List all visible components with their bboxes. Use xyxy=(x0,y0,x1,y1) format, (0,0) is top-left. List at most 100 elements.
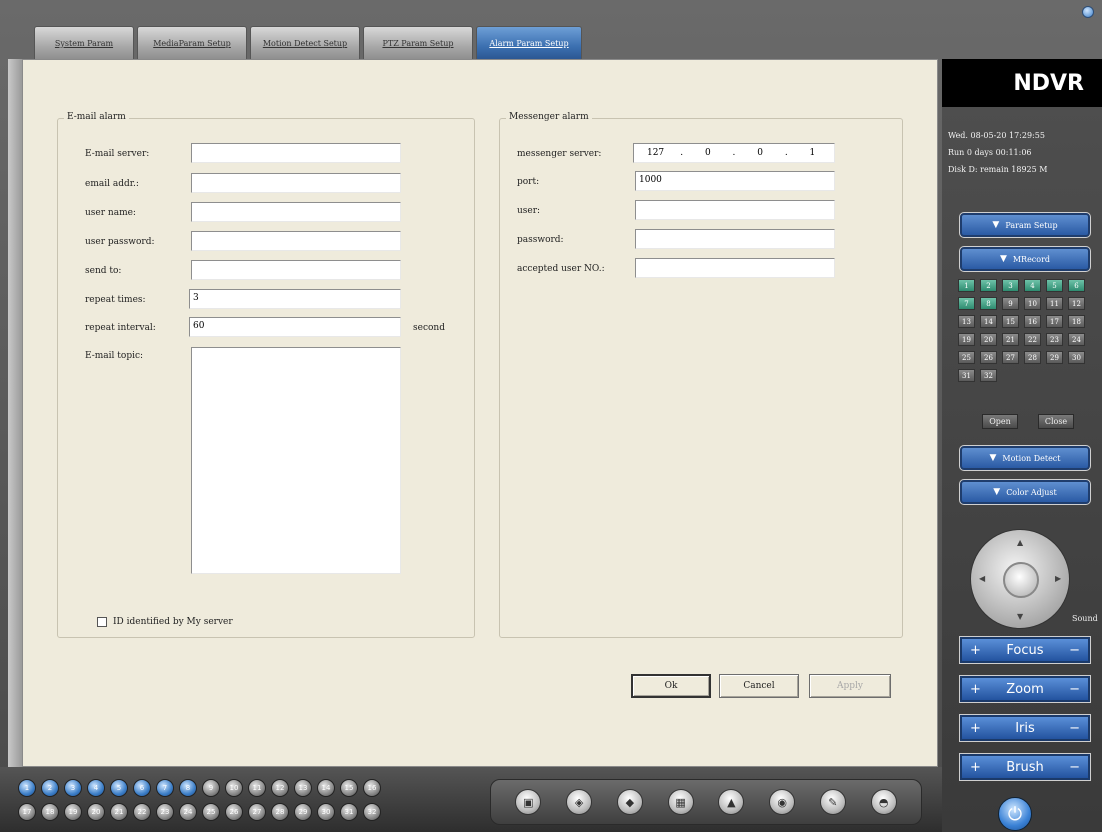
zoom-control[interactable]: + Zoom − xyxy=(959,675,1091,703)
channel-button[interactable]: 2 xyxy=(41,779,59,797)
tab-motion-detect-setup[interactable]: Motion Detect Setup xyxy=(250,26,360,59)
record-button[interactable]: ▼ MRecord xyxy=(959,246,1091,272)
open-button[interactable]: Open xyxy=(982,414,1018,429)
user-password-input[interactable] xyxy=(191,231,401,251)
channel-cell[interactable]: 18 xyxy=(1068,315,1085,328)
id-identified-checkbox[interactable] xyxy=(97,617,107,627)
repeat-interval-input[interactable]: 60 xyxy=(189,317,401,337)
channel-cell[interactable]: 15 xyxy=(1002,315,1019,328)
cancel-button[interactable]: Cancel xyxy=(719,674,799,698)
close-button[interactable]: Close xyxy=(1038,414,1074,429)
channel-cell[interactable]: 19 xyxy=(958,333,975,346)
channel-button[interactable]: 24 xyxy=(179,803,197,821)
channel-button[interactable]: 3 xyxy=(64,779,82,797)
channel-button[interactable]: 16 xyxy=(363,779,381,797)
repeat-times-input[interactable]: 3 xyxy=(189,289,401,309)
color-adjust-button[interactable]: ▼ Color Adjust xyxy=(959,479,1091,505)
six-screen-icon[interactable]: ◆ xyxy=(616,789,643,815)
quad-screen-icon[interactable]: ◈ xyxy=(566,789,593,815)
channel-cell[interactable]: 6 xyxy=(1068,279,1085,292)
tab-ptz-param-setup[interactable]: PTZ Param Setup xyxy=(363,26,473,59)
sixteen-screen-icon[interactable]: ▲ xyxy=(718,789,745,815)
minus-icon[interactable]: − xyxy=(1069,682,1080,697)
user-name-input[interactable] xyxy=(191,202,401,222)
motion-detect-button[interactable]: ▼ Motion Detect xyxy=(959,445,1091,471)
channel-button[interactable]: 29 xyxy=(294,803,312,821)
channel-cell[interactable]: 3 xyxy=(1002,279,1019,292)
channel-cell[interactable]: 16 xyxy=(1024,315,1041,328)
messenger-server-ip-input[interactable]: 127 . 0 . 0 . 1 xyxy=(633,143,835,163)
channel-cell[interactable]: 29 xyxy=(1046,351,1063,364)
channel-cell[interactable]: 9 xyxy=(1002,297,1019,310)
channel-button[interactable]: 30 xyxy=(317,803,335,821)
channel-cell[interactable]: 27 xyxy=(1002,351,1019,364)
channel-cell[interactable]: 24 xyxy=(1068,333,1085,346)
port-input[interactable]: 1000 xyxy=(635,171,835,191)
channel-button[interactable]: 8 xyxy=(179,779,197,797)
channel-cell[interactable]: 21 xyxy=(1002,333,1019,346)
channel-button[interactable]: 25 xyxy=(202,803,220,821)
channel-cell[interactable]: 22 xyxy=(1024,333,1041,346)
send-to-input[interactable] xyxy=(191,260,401,280)
arrow-down-icon[interactable]: ▼ xyxy=(1017,612,1023,621)
channel-button[interactable]: 19 xyxy=(64,803,82,821)
channel-cell[interactable]: 26 xyxy=(980,351,997,364)
channel-cell[interactable]: 20 xyxy=(980,333,997,346)
tab-system-param[interactable]: System Param xyxy=(34,26,134,59)
channel-cell[interactable]: 7 xyxy=(958,297,975,310)
tab-alarm-param-setup[interactable]: Alarm Param Setup xyxy=(476,26,582,60)
channel-cell[interactable]: 8 xyxy=(980,297,997,310)
email-server-input[interactable] xyxy=(191,143,401,163)
plus-icon[interactable]: + xyxy=(970,643,981,658)
minus-icon[interactable]: − xyxy=(1069,643,1080,658)
playback-icon[interactable]: ◓ xyxy=(870,789,897,815)
ip-octet-2[interactable]: 0 xyxy=(694,148,722,158)
messenger-user-input[interactable] xyxy=(635,200,835,220)
channel-button[interactable]: 22 xyxy=(133,803,151,821)
power-icon[interactable]: ⏻ xyxy=(998,797,1032,831)
channel-button[interactable]: 18 xyxy=(41,803,59,821)
channel-button[interactable]: 6 xyxy=(133,779,151,797)
channel-button[interactable]: 21 xyxy=(110,803,128,821)
ip-octet-4[interactable]: 1 xyxy=(798,148,826,158)
ok-button[interactable]: Ok xyxy=(631,674,711,698)
brush-control[interactable]: + Brush − xyxy=(959,753,1091,781)
iris-control[interactable]: + Iris − xyxy=(959,714,1091,742)
single-screen-icon[interactable]: ▣ xyxy=(515,789,542,815)
channel-button[interactable]: 4 xyxy=(87,779,105,797)
channel-button[interactable]: 26 xyxy=(225,803,243,821)
channel-cell[interactable]: 13 xyxy=(958,315,975,328)
channel-cell[interactable]: 17 xyxy=(1046,315,1063,328)
channel-cell[interactable]: 28 xyxy=(1024,351,1041,364)
minus-icon[interactable]: − xyxy=(1069,760,1080,775)
channel-cell[interactable]: 23 xyxy=(1046,333,1063,346)
channel-button[interactable]: 11 xyxy=(248,779,266,797)
channel-cell[interactable]: 11 xyxy=(1046,297,1063,310)
channel-button[interactable]: 14 xyxy=(317,779,335,797)
channel-button[interactable]: 10 xyxy=(225,779,243,797)
messenger-password-input[interactable] xyxy=(635,229,835,249)
channel-cell[interactable]: 12 xyxy=(1068,297,1085,310)
minimize-icon[interactable] xyxy=(1082,6,1094,18)
channel-button[interactable]: 1 xyxy=(18,779,36,797)
channel-cell[interactable]: 5 xyxy=(1046,279,1063,292)
tab-media-param-setup[interactable]: MediaParam Setup xyxy=(137,26,247,59)
channel-cell[interactable]: 14 xyxy=(980,315,997,328)
channel-cell[interactable]: 31 xyxy=(958,369,975,382)
focus-control[interactable]: + Focus − xyxy=(959,636,1091,664)
channel-button[interactable]: 23 xyxy=(156,803,174,821)
channel-button[interactable]: 31 xyxy=(340,803,358,821)
channel-cell[interactable]: 30 xyxy=(1068,351,1085,364)
param-setup-button[interactable]: ▼ Param Setup xyxy=(959,212,1091,238)
channel-button[interactable]: 5 xyxy=(110,779,128,797)
arrow-up-icon[interactable]: ▲ xyxy=(1017,538,1023,547)
apply-button[interactable]: Apply xyxy=(809,674,891,698)
channel-button[interactable]: 9 xyxy=(202,779,220,797)
channel-button[interactable]: 15 xyxy=(340,779,358,797)
minus-icon[interactable]: − xyxy=(1069,721,1080,736)
email-addr-input[interactable] xyxy=(191,173,401,193)
channel-button[interactable]: 20 xyxy=(87,803,105,821)
channel-cell[interactable]: 32 xyxy=(980,369,997,382)
channel-cell[interactable]: 10 xyxy=(1024,297,1041,310)
arrow-right-icon[interactable]: ▶ xyxy=(1055,574,1061,583)
